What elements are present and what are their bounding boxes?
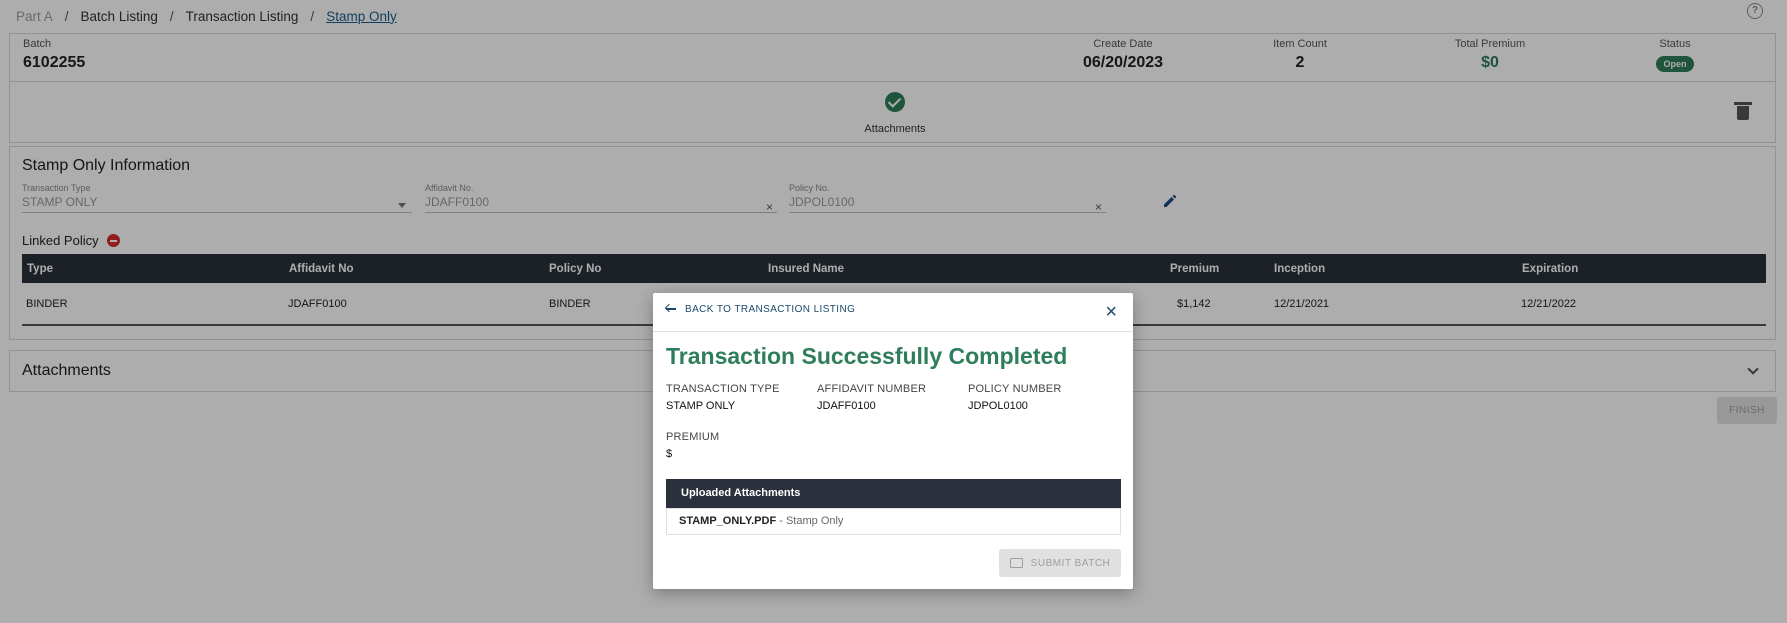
dialog-header: BACK TO TRANSACTION LISTING ×: [653, 293, 1133, 332]
dialog-title: Transaction Successfully Completed: [666, 343, 1068, 369]
folder-upload-icon: [1009, 558, 1023, 568]
dialog-premium: PREMIUM $: [666, 431, 719, 460]
dialog-premium-label: PREMIUM: [666, 431, 720, 443]
uploaded-file-description: Stamp Only: [785, 515, 844, 527]
back-arrow-icon: [664, 303, 677, 315]
uploaded-file-name: STAMP_ONLY.PDF: [679, 515, 777, 527]
dialog-transaction-type: TRANSACTION TYPE STAMP ONLY: [666, 383, 780, 412]
success-dialog: BACK TO TRANSACTION LISTING × Transactio…: [653, 293, 1133, 589]
back-to-transaction-listing-link[interactable]: BACK TO TRANSACTION LISTING: [664, 303, 856, 315]
uploaded-file-separator: -: [776, 515, 786, 527]
list-item[interactable]: STAMP_ONLY.PDF - Stamp Only: [666, 508, 1121, 535]
dialog-transaction-type-label: TRANSACTION TYPE: [666, 383, 780, 395]
back-link-label: BACK TO TRANSACTION LISTING: [685, 303, 856, 315]
dialog-policy-label: POLICY NUMBER: [968, 383, 1062, 395]
dialog-policy: POLICY NUMBER JDPOL0100: [968, 383, 1061, 412]
submit-batch-button[interactable]: SUBMIT BATCH: [999, 549, 1121, 577]
submit-batch-label: SUBMIT BATCH: [1030, 557, 1111, 569]
uploaded-attachments-header: Uploaded Attachments: [666, 479, 1121, 508]
dialog-affidavit-label: AFFIDAVIT NUMBER: [817, 383, 927, 395]
uploaded-attachments-table: Uploaded Attachments STAMP_ONLY.PDF - St…: [666, 479, 1121, 535]
dialog-transaction-type-value: STAMP ONLY: [666, 400, 736, 412]
page: Part A / Batch Listing / Transaction Lis…: [0, 0, 1787, 623]
dialog-policy-value: JDPOL0100: [968, 400, 1028, 412]
dialog-affidavit-value: JDAFF0100: [817, 400, 876, 412]
dialog-affidavit: AFFIDAVIT NUMBER JDAFF0100: [817, 383, 926, 412]
dialog-premium-value: $: [666, 448, 673, 460]
close-icon[interactable]: ×: [1105, 302, 1117, 322]
